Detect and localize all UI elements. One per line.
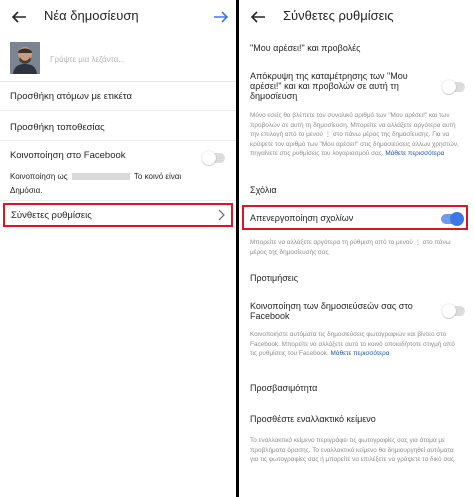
facebook-share-label: Κοινοποίηση στο Facebook (10, 150, 126, 161)
advanced-settings-screen: Σύνθετες ρυθμίσεις "Μου αρέσει!" και προ… (239, 0, 474, 497)
alt-text-description: Το εναλλακτικό κείμενο περιγράφει τις φω… (250, 437, 456, 463)
audience-prefix: Το κοινό είναι (133, 172, 182, 181)
caption-composer: Γράψτε μια λεζάντα... (0, 34, 236, 82)
top-bar: Σύνθετες ρυθμίσεις (239, 0, 474, 34)
share-arrow-icon[interactable] (212, 8, 230, 26)
hide-likes-label: Απόκρυψη της καταμέτρησης των "Μου αρέσε… (250, 71, 408, 101)
alt-text-item[interactable]: Προσθέστε εναλλακτικό κείμενο (250, 414, 376, 424)
back-arrow-icon[interactable] (249, 8, 267, 26)
likes-section-heading: "Μου αρέσει!" και προβολές (250, 43, 361, 53)
share-facebook-label: Κοινοποίηση των δημοσιεύσεών σας στο Fac… (250, 301, 413, 321)
advanced-settings-item[interactable]: Σύνθετες ρυθμίσεις (3, 203, 233, 227)
avatar (10, 42, 40, 74)
chevron-right-icon (218, 209, 225, 221)
hide-likes-description: Μόνο εσείς θα βλέπετε τον συνολικό αριθμ… (250, 112, 459, 157)
learn-more-link[interactable]: Μάθετε περισσότερα (331, 350, 390, 357)
caption-input[interactable]: Γράψτε μια λεζάντα... (50, 55, 125, 64)
top-bar: Νέα δημοσίευση (0, 0, 236, 34)
divider (0, 110, 236, 111)
divider (0, 140, 236, 141)
disable-comments-description: Μπορείτε να αλλάξετε αργότερα τη ρύθμιση… (250, 239, 451, 256)
audience-value: Δημόσια. (10, 186, 43, 195)
advanced-settings-label: Σύνθετες ρυθμίσεις (11, 210, 92, 221)
new-post-screen: Νέα δημοσίευση Γράψτε μια λεζάντα... Προ… (0, 0, 236, 497)
share-as-prefix: Κοινοποίηση ως (10, 172, 68, 181)
add-location-item[interactable]: Προσθήκη τοποθεσίας (10, 122, 105, 133)
redacted-account-name (71, 173, 130, 181)
back-arrow-icon[interactable] (10, 8, 28, 26)
disable-comments-row[interactable]: Απενεργοποίηση σχολίων (242, 205, 468, 230)
share-facebook-toggle[interactable] (442, 304, 465, 318)
facebook-share-toggle[interactable] (202, 151, 225, 165)
accessibility-section-heading: Προσβασιμότητα (250, 383, 318, 393)
page-title: Νέα δημοσίευση (44, 8, 139, 23)
divider (0, 200, 236, 201)
share-facebook-description: Κοινοποιήστε αυτόματα τις δημοσιεύσεις φ… (250, 331, 455, 357)
tag-people-item[interactable]: Προσθήκη ατόμων με ετικέτα (10, 91, 132, 102)
comments-section-heading: Σχόλια (250, 185, 277, 195)
facebook-share-details: Κοινοποίηση ως Το κοινό είναι Δημόσια. (10, 170, 230, 198)
learn-more-link[interactable]: Μάθετε περισσότερα (385, 150, 444, 157)
preferences-section-heading: Προτιμήσεις (250, 273, 299, 283)
disable-comments-label: Απενεργοποίηση σχολίων (250, 213, 354, 223)
hide-likes-toggle[interactable] (442, 80, 465, 94)
page-title: Σύνθετες ρυθμίσεις (283, 8, 394, 23)
disable-comments-toggle[interactable] (441, 212, 464, 226)
